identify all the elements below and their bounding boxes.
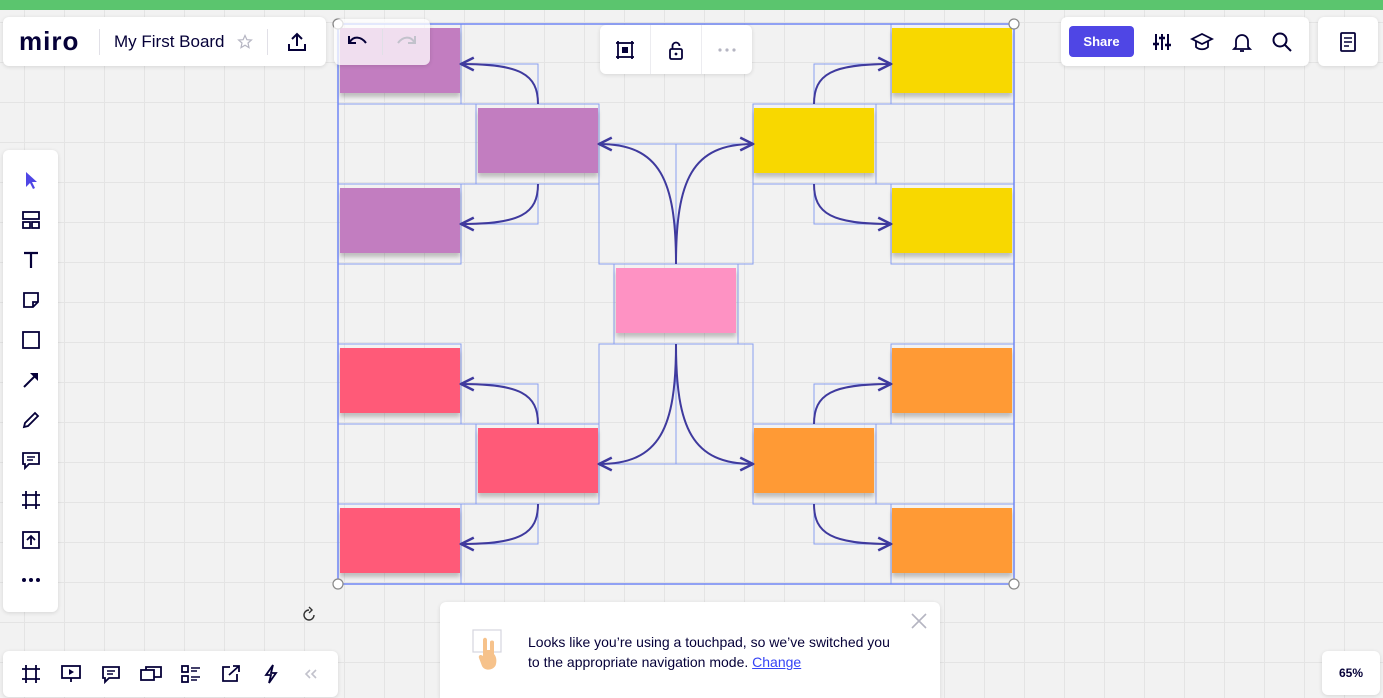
search-icon[interactable] [1262, 17, 1302, 66]
toast-message: Looks like you’re using a touchpad, so w… [528, 632, 898, 672]
star-icon[interactable] [236, 33, 253, 50]
sticky-note-yellow [754, 108, 874, 173]
cards-icon[interactable] [171, 651, 211, 697]
divider [99, 28, 100, 55]
zoom-level[interactable]: 65% [1322, 651, 1380, 695]
sticky-note-yellow [892, 188, 1012, 253]
undo-redo-panel [334, 19, 430, 65]
screen-share-icon[interactable] [131, 651, 171, 697]
undo-icon[interactable] [334, 19, 382, 65]
sticky-note-orange [754, 428, 874, 493]
shape-tool-icon[interactable] [3, 320, 58, 360]
sticky-note-red [340, 348, 460, 413]
upload-icon[interactable] [282, 17, 312, 66]
top-accent-strip [0, 0, 1383, 10]
sticky-note-red [340, 508, 460, 573]
more-horizontal-icon[interactable] [702, 25, 752, 74]
sticky-note-yellow [892, 28, 1012, 93]
touchpad-notification: Looks like you’re using a touchpad, so w… [440, 602, 940, 698]
share-button[interactable]: Share [1069, 26, 1134, 57]
connector-bounds [337, 23, 1015, 585]
redo-icon[interactable] [382, 19, 430, 65]
comment-tool-icon[interactable] [3, 440, 58, 480]
board-title[interactable]: My First Board [114, 32, 225, 52]
board-header: miro My First Board [3, 17, 326, 66]
sticky-note-purple [478, 108, 598, 173]
sticky-note-purple [340, 188, 460, 253]
sticky-note-icon[interactable] [3, 280, 58, 320]
frames-icon[interactable] [11, 651, 51, 697]
frame-icon[interactable] [600, 25, 650, 74]
graduation-cap-icon[interactable] [1182, 17, 1222, 66]
left-toolbar [3, 150, 58, 612]
bell-icon[interactable] [1222, 17, 1262, 66]
arrow-tool-icon[interactable] [3, 360, 58, 400]
close-icon[interactable] [908, 610, 930, 632]
lightning-icon[interactable] [251, 651, 291, 697]
templates-icon[interactable] [3, 200, 58, 240]
upload-tool-icon[interactable] [3, 520, 58, 560]
connectors [461, 64, 891, 544]
select-tool-icon[interactable] [3, 160, 58, 200]
sticky-note-orange [892, 348, 1012, 413]
sticky-note-red [478, 428, 598, 493]
touchpad-hand-icon [470, 628, 506, 674]
notes-icon[interactable] [1318, 17, 1378, 66]
collapse-toolbar-icon[interactable] [291, 651, 331, 697]
change-link[interactable]: Change [752, 654, 801, 670]
comments-icon[interactable] [91, 651, 131, 697]
selection-box [337, 23, 1015, 585]
rotate-handle-icon[interactable] [299, 605, 319, 625]
selection-handles [332, 18, 1020, 590]
lock-icon[interactable] [651, 25, 701, 74]
pen-tool-icon[interactable] [3, 400, 58, 440]
frame-tool-icon[interactable] [3, 480, 58, 520]
divider [266, 28, 268, 55]
right-header: Share [1061, 17, 1309, 66]
more-tools-icon[interactable] [3, 560, 58, 600]
board-canvas[interactable] [0, 0, 1383, 698]
sticky-notes[interactable] [340, 28, 1012, 573]
export-icon[interactable] [211, 651, 251, 697]
sliders-icon[interactable] [1142, 17, 1182, 66]
presentation-icon[interactable] [51, 651, 91, 697]
bottom-toolbar [3, 651, 338, 697]
text-tool-icon[interactable] [3, 240, 58, 280]
sticky-note-orange [892, 508, 1012, 573]
selection-context-toolbar [600, 25, 752, 74]
miro-logo: miro [19, 26, 80, 56]
sticky-note-pink-center [616, 268, 736, 333]
toast-message-text: Looks like you’re using a touchpad, so w… [528, 634, 890, 670]
